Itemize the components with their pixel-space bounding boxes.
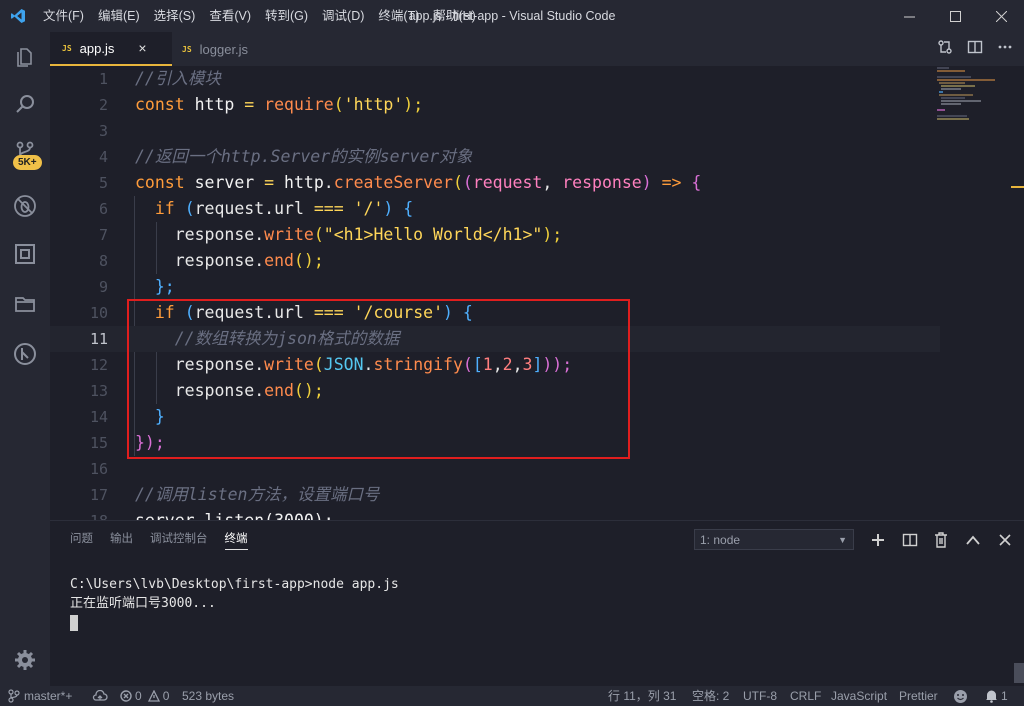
tab-debug-console[interactable]: 调试控制台 [150, 521, 208, 557]
js-file-icon: JS [62, 43, 72, 53]
maximize-button[interactable] [932, 0, 978, 32]
error-count: 0 [135, 689, 142, 703]
panel-scrollbar[interactable] [1014, 663, 1024, 683]
menu-view[interactable]: 查看(V) [202, 0, 258, 32]
tab-label: logger.js [199, 41, 249, 57]
close-panel-button[interactable] [994, 529, 1016, 551]
editor-actions [930, 32, 1020, 62]
menu-debug[interactable]: 调试(D) [315, 0, 371, 32]
code-line: 7 response.write("<h1>Hello World</h1>")… [98, 225, 563, 244]
scrollbar-cursor-marker [1011, 186, 1024, 188]
code-line: 2 const http = require('http'); [98, 95, 424, 114]
vscode-logo-icon [0, 0, 36, 32]
split-editor-icon[interactable] [960, 39, 990, 55]
close-tab-button[interactable]: × [138, 40, 146, 56]
maximize-panel-button[interactable] [962, 529, 984, 551]
js-file-icon: JS [182, 44, 192, 54]
chevron-down-icon: ▼ [838, 534, 847, 545]
code-line: 3 [98, 122, 108, 140]
code-line: 13 response.end(); [89, 381, 324, 400]
tab-problems[interactable]: 问题 [70, 521, 93, 557]
title-bar: 文件(F) 编辑(E) 选择(S) 查看(V) 转到(G) 调试(D) 终端(T… [0, 0, 1024, 32]
language-status[interactable]: JavaScript [831, 686, 887, 706]
minimap[interactable] [935, 66, 1005, 126]
menu-go[interactable]: 转到(G) [258, 0, 315, 32]
terminal-line: 正在监听端口号3000... [70, 596, 216, 611]
folder-icon[interactable] [0, 280, 50, 328]
error-icon [120, 690, 132, 702]
formatter-status[interactable]: Prettier [899, 686, 938, 706]
tab-logger-js[interactable]: JS logger.js [172, 32, 282, 66]
status-bar: master*+ 0 0 523 bytes 行 11，列 31 空格: 2 U… [0, 686, 1024, 706]
extensions-icon[interactable] [0, 230, 50, 278]
feedback-smiley-icon[interactable] [953, 686, 968, 706]
panel-tabs: 问题 输出 调试控制台 终端 [70, 521, 265, 557]
menu-bar: 文件(F) 编辑(E) 选择(S) 查看(V) 转到(G) 调试(D) 终端(T… [36, 0, 483, 32]
encoding-status[interactable]: UTF-8 [743, 686, 777, 706]
explorer-icon[interactable] [0, 32, 50, 80]
code-line: 17 //调用listen方法，设置端口号 [89, 485, 380, 504]
tab-output[interactable]: 输出 [110, 521, 133, 557]
menu-terminal[interactable]: 终端(T) [371, 0, 426, 32]
code-line: 12 response.write(JSON.stringify([1,2,3]… [89, 355, 573, 374]
menu-selection[interactable]: 选择(S) [147, 0, 203, 32]
open-changes-icon[interactable] [930, 39, 960, 55]
code-line: 5 const server = http.createServer((requ… [98, 173, 702, 192]
indentation-status[interactable]: 空格: 2 [692, 686, 729, 706]
menu-help[interactable]: 帮助(H) [426, 0, 482, 32]
branch-name: master*+ [24, 689, 73, 703]
code-line: 14 } [89, 407, 165, 426]
code-line: 1 //引入模块 [98, 69, 221, 88]
code-line: 16 [89, 460, 108, 478]
bell-icon [986, 690, 997, 703]
cursor-position[interactable]: 行 11，列 31 [608, 686, 676, 706]
menu-file[interactable]: 文件(F) [36, 0, 91, 32]
file-size: 523 bytes [182, 689, 235, 703]
code-line: 4 //返回一个http.Server的实例server对象 [98, 147, 473, 166]
code-editor[interactable]: 1 //引入模块 2 const http = require('http');… [50, 66, 1024, 520]
trash-icon[interactable] [930, 529, 952, 551]
code-line-current: 11 //数组转换为json格式的数据 [50, 326, 940, 352]
close-window-button[interactable] [978, 0, 1024, 32]
warning-count: 0 [162, 689, 170, 703]
code-line: 6 if (request.url === '/') { [98, 199, 414, 218]
code-line: 10 if (request.url === '/course') { [89, 303, 473, 322]
terminal-line: C:\Users\lvb\Desktop\first-app>node app.… [70, 577, 399, 592]
bottom-panel: 问题 输出 调试控制台 终端 1: node ▼ C:\Users\lvb\De… [50, 520, 1024, 686]
sync-icon[interactable] [92, 686, 108, 706]
menu-edit[interactable]: 编辑(E) [91, 0, 147, 32]
tab-label: app.js [79, 40, 115, 56]
debug-icon[interactable] [0, 182, 50, 230]
terminal-select[interactable]: 1: node ▼ [694, 529, 854, 550]
terminal-output[interactable]: C:\Users\lvb\Desktop\first-app>node app.… [70, 575, 399, 632]
minimize-button[interactable] [886, 0, 932, 32]
eol-status[interactable]: CRLF [790, 686, 821, 706]
tab-bar: JS app.js × JS logger.js [50, 32, 1024, 66]
code-line: 18 server.listen(3000); [50, 508, 940, 520]
branch-icon [8, 689, 20, 703]
notifications-status[interactable]: 1 [985, 686, 1008, 706]
code-line: 8 response.end(); [98, 251, 324, 270]
code-line: 9 }; [98, 277, 175, 296]
new-terminal-button[interactable] [867, 529, 889, 551]
activity-bar: 5K+ [0, 32, 50, 686]
git-graph-icon[interactable] [0, 330, 50, 378]
split-terminal-button[interactable] [899, 529, 921, 551]
more-actions-icon[interactable] [990, 39, 1020, 55]
problems-status[interactable]: 0 0 [120, 686, 169, 706]
search-icon[interactable] [0, 80, 50, 128]
terminal-select-value: 1: node [700, 532, 741, 547]
terminal-cursor [70, 614, 78, 631]
notification-count: 1 [1001, 689, 1008, 703]
source-control-badge: 5K+ [13, 155, 42, 170]
tab-terminal[interactable]: 终端 [224, 529, 248, 550]
branch-status[interactable]: master*+ [8, 686, 72, 706]
code-line: 15 }); [89, 433, 165, 452]
gear-icon[interactable] [0, 636, 50, 684]
warning-icon [147, 690, 160, 702]
tab-app-js[interactable]: JS app.js × [50, 32, 172, 66]
